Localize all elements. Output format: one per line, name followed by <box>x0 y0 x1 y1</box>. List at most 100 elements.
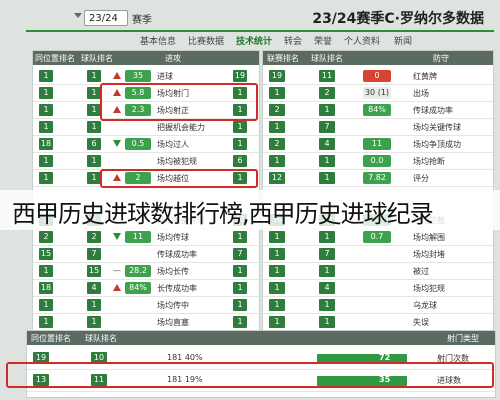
stat-label: 进球 <box>157 72 173 81</box>
pos-rank-cell: 1 <box>39 104 53 116</box>
chevron-down-icon[interactable] <box>74 13 82 18</box>
table-row[interactable]: 1 1 乌龙球 <box>263 296 493 314</box>
table-row[interactable]: 1 1 场均传中 1 <box>33 296 259 314</box>
stat-label: 场均长传 <box>157 267 189 276</box>
tab-honor[interactable]: 荣誉 <box>314 34 332 47</box>
stat-value: 28.2 <box>125 265 151 277</box>
page-title: 23/24赛季C·罗纳尔多数据 <box>312 11 484 27</box>
tab-transfer[interactable]: 转会 <box>284 34 302 47</box>
col-attack: 进攻 <box>165 54 181 63</box>
stat-value: 7.82 <box>363 172 391 184</box>
team-rank-cell: 7 <box>319 248 335 260</box>
pos-rank-cell: 1 <box>39 172 53 184</box>
col-defense: 防守 <box>433 54 449 63</box>
league-rank-cell: 19 <box>269 70 285 82</box>
stat-value: 72 <box>379 353 391 362</box>
pos-rank-cell: 1 <box>39 87 53 99</box>
defense-panel-header: 联赛排名 球队排名 防守 <box>263 51 493 65</box>
page-header: 23/24 赛季 23/24赛季C·罗纳尔多数据 <box>26 4 494 30</box>
table-row[interactable]: 1 1 场均直塞 1 <box>33 313 259 331</box>
team-rank-cell: 2 <box>87 231 101 243</box>
table-row[interactable]: 2 1 84% 传球成功率 <box>263 101 493 119</box>
league-rank-cell: 1 <box>269 299 285 311</box>
table-row[interactable]: 1 1 0.7 场均解围 <box>263 228 493 246</box>
stat-label: 长传成功率 <box>157 284 197 293</box>
arrow-up-icon <box>113 72 121 79</box>
table-row[interactable]: 15 7 传球成功率 7 <box>33 245 259 263</box>
stat-label: 场均传中 <box>157 301 189 310</box>
tab-tech[interactable]: 技术统计 <box>236 34 272 47</box>
tab-match[interactable]: 比赛数据 <box>188 34 224 47</box>
pos-rank-cell: 18 <box>39 282 53 294</box>
team-rank-cell: 1 <box>319 172 335 184</box>
team-rank-cell: 4 <box>319 282 335 294</box>
dash-icon: — <box>113 266 121 275</box>
table-row[interactable]: 1 1 被过 <box>263 262 493 280</box>
team-rank-cell: 1 <box>87 104 101 116</box>
table-row[interactable]: 1 15 — 28.2 场均长传 1 <box>33 262 259 280</box>
col-team-rank: 球队排名 <box>81 54 113 63</box>
attack-panel-header: 同位置排名 球队排名 进攻 <box>33 51 259 65</box>
stat-value: 0.0 <box>363 155 391 167</box>
team-rank-cell: 4 <box>319 138 335 150</box>
table-row[interactable]: 1 1 场均被犯规 6 <box>33 152 259 170</box>
header-divider <box>26 30 494 32</box>
pos-rank-cell: 1 <box>39 155 53 167</box>
caption-text: 西甲历史进球数排行榜,西甲历史进球纪录 <box>12 200 434 228</box>
table-row[interactable]: 1 7 场均封堵 <box>263 245 493 263</box>
table-row[interactable]: 12 1 7.82 评分 <box>263 169 493 187</box>
league-rank-cell: 1 <box>269 155 285 167</box>
stat-value: 84% <box>363 104 391 116</box>
season-select[interactable]: 23/24 <box>84 10 128 26</box>
table-row[interactable]: 2 4 11 场均争顶成功 <box>263 135 493 153</box>
league-rank-cell: 1 <box>233 265 247 277</box>
table-row[interactable]: 1 1 0.0 场均抢断 <box>263 152 493 170</box>
stat-value: 0 <box>363 70 391 82</box>
league-rank-cell: 1 <box>233 316 247 328</box>
col-pos-rank-b: 同位置排名 <box>31 334 71 343</box>
stat-label: 场均关键传球 <box>413 123 461 132</box>
stat-label: 场均抢断 <box>413 157 445 166</box>
team-rank-cell: 1 <box>87 121 101 133</box>
stat-value: 11 <box>363 138 391 150</box>
league-rank-cell: 2 <box>269 138 285 150</box>
table-row[interactable]: 1 7 场均关键传球 <box>263 118 493 136</box>
league-rank-cell: 1 <box>269 248 285 260</box>
tab-profile[interactable]: 个人资料 <box>344 34 380 47</box>
stat-label: 场均争顶成功 <box>413 140 461 149</box>
table-row[interactable]: 18 6 0.5 场均过人 1 <box>33 135 259 153</box>
team-rank-cell: 1 <box>319 231 335 243</box>
highlight-offside <box>100 169 258 188</box>
league-rank-cell: 19 <box>233 70 247 82</box>
team-rank-cell: 11 <box>319 70 335 82</box>
stat-label: 失误 <box>413 318 429 327</box>
table-row[interactable]: 18 4 84% 长传成功率 1 <box>33 279 259 297</box>
table-row[interactable]: 2 2 11 场均传球 1 <box>33 228 259 246</box>
league-rank-cell: 1 <box>269 231 285 243</box>
stat-label: 传球成功率 <box>157 250 197 259</box>
league-rank-cell: 1 <box>269 265 285 277</box>
league-rank-cell: 7 <box>233 248 247 260</box>
tab-basic[interactable]: 基本信息 <box>140 34 176 47</box>
season-label: 赛季 <box>132 15 152 26</box>
league-rank-cell: 1 <box>233 138 247 150</box>
league-rank-cell: 1 <box>233 121 247 133</box>
tab-news[interactable]: 新闻 <box>394 34 412 47</box>
stat-value: 35 <box>125 70 151 82</box>
team-rank-cell: 7 <box>87 248 101 260</box>
league-rank-cell: 2 <box>269 104 285 116</box>
table-row[interactable]: 1 2 30 (1) 出场 <box>263 84 493 102</box>
league-rank-cell: 1 <box>269 87 285 99</box>
table-row[interactable]: 1 1 失误 <box>263 313 493 331</box>
team-rank-cell: 1 <box>319 316 335 328</box>
stat-value: 0.5 <box>125 138 151 150</box>
stat-label: 评分 <box>413 174 429 183</box>
stat-label: 传球成功率 <box>413 106 453 115</box>
tab-bar: 基本信息 比赛数据 技术统计 转会 荣誉 个人资料 新闻 <box>140 33 494 47</box>
team-rank-cell: 6 <box>87 138 101 150</box>
pos-rank-cell: 1 <box>39 121 53 133</box>
stat-label: 场均过人 <box>157 140 189 149</box>
pos-rank-cell: 1 <box>39 70 53 82</box>
table-row[interactable]: 1 4 场均犯规 <box>263 279 493 297</box>
table-row[interactable]: 19 11 0 红黄牌 <box>263 67 493 85</box>
